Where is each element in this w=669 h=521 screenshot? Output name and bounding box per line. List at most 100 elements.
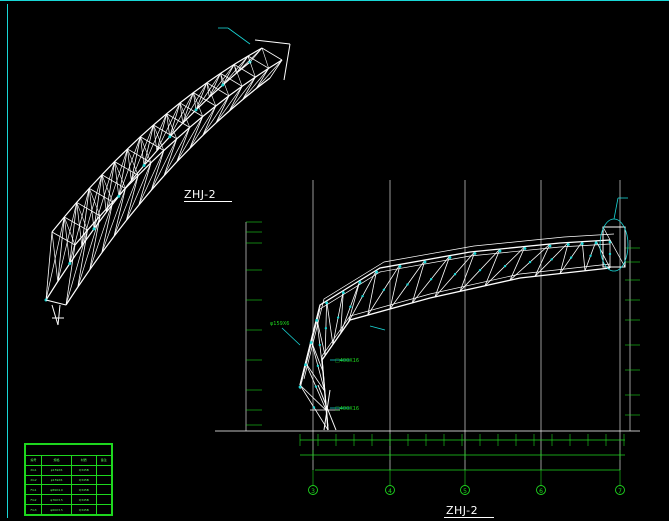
axis-label: 6 <box>539 488 543 495</box>
elevation-node <box>314 385 318 388</box>
elevation-node <box>608 252 612 256</box>
legend-row: FG2 φ76X3.5 Q345B <box>24 494 113 506</box>
plan-node <box>68 261 72 265</box>
plan-diagonal <box>229 76 256 112</box>
elevation-node <box>406 283 409 286</box>
plan-web <box>57 216 65 282</box>
plan-web <box>261 47 283 61</box>
elevation-node <box>304 363 307 367</box>
axis-label: 4 <box>388 488 392 495</box>
plan-web <box>202 105 217 136</box>
legend-header-cell: 规格 <box>41 455 73 466</box>
plan-base <box>51 304 59 326</box>
plan-diagonal <box>51 231 59 282</box>
axis-label: 3 <box>311 488 315 495</box>
plan-end <box>254 39 291 45</box>
legend-header-cell: 编号 <box>24 455 43 466</box>
elevation-node <box>448 256 452 259</box>
elevation-node <box>382 288 386 291</box>
elevation-diagonal <box>411 259 426 304</box>
plan-base <box>45 299 67 306</box>
plan-diagonal <box>242 68 269 100</box>
elevation-node <box>498 249 502 253</box>
plan-web <box>242 76 256 100</box>
elevation-node <box>398 265 402 268</box>
elevation-diagonal <box>326 300 334 345</box>
elevation-title: ZHJ-2 <box>446 504 479 517</box>
plan-web <box>166 113 190 128</box>
elevation-node <box>423 260 427 264</box>
annotation-leader <box>369 325 386 331</box>
plan-node <box>92 227 96 231</box>
member-annotation: □400X16 <box>335 358 359 364</box>
elevation-node <box>569 256 573 259</box>
legend-row: XG2 φ159X6 Q345B <box>24 474 113 486</box>
elevation-node <box>336 316 340 319</box>
elevation-node <box>309 341 313 344</box>
elevation-diagonal <box>581 241 586 271</box>
plan-node <box>194 108 198 112</box>
elevation-node <box>566 243 570 246</box>
plan-end <box>283 43 291 81</box>
elevation-node <box>318 343 322 347</box>
plan-node <box>117 194 121 198</box>
plan-web <box>215 95 230 124</box>
elevation-node <box>580 242 584 246</box>
plan-base <box>57 304 61 326</box>
plan-web <box>255 68 269 89</box>
elevation-node <box>349 305 352 309</box>
member-legend-table: 编号 规格 材质 备注 XG1 φ159X6 Q345B XG2 φ159X6 Q345… <box>24 443 113 516</box>
legend-row: XG1 φ159X6 Q345B <box>24 464 113 476</box>
elevation-node <box>429 278 433 281</box>
plan-chord <box>45 61 251 301</box>
plan-web <box>269 59 283 79</box>
plan-diagonal <box>163 127 191 176</box>
plan-diagonal <box>150 138 178 191</box>
legend-header-cell: 材质 <box>71 455 97 466</box>
legend-header-row: 编号 规格 材质 备注 <box>24 455 113 466</box>
legend-row: FG1 φ89X4.0 Q345B <box>24 484 113 496</box>
elevation-node <box>325 301 329 305</box>
axis-label: 5 <box>463 488 467 495</box>
elevation-node <box>315 318 319 322</box>
plan-web <box>64 216 88 231</box>
plan-web <box>51 231 76 246</box>
plan-node <box>221 83 225 87</box>
elevation-node <box>478 268 482 272</box>
member-annotation: φ159X6 <box>270 321 289 327</box>
elevation-node <box>473 252 477 255</box>
plan-diagonal <box>138 150 165 206</box>
elevation-node <box>548 244 552 248</box>
elevation-node <box>361 294 364 298</box>
legend-row: FG3 φ60X3.5 Q345B <box>24 504 113 515</box>
plan-web <box>45 231 53 301</box>
elevation-node <box>594 241 598 245</box>
elevation-title-underline <box>444 517 494 518</box>
legend-caption <box>25 444 112 456</box>
callout-leader <box>613 197 619 220</box>
plan-web <box>228 86 243 112</box>
plan-diagonal <box>215 86 243 124</box>
legend-header-cell: 备注 <box>95 455 113 466</box>
elevation-node <box>589 254 592 258</box>
elevation-bottom-chord <box>321 267 611 431</box>
elevation-node <box>453 272 457 276</box>
plan-node <box>142 164 146 167</box>
plan-title: ZHJ-2 <box>184 188 217 201</box>
elevation-node <box>298 385 302 389</box>
elevation-node <box>523 247 527 250</box>
elevation-node <box>528 260 532 264</box>
elevation-node <box>341 291 345 295</box>
elevation-node <box>324 327 328 330</box>
elevation-node <box>358 280 362 284</box>
elevation-node <box>316 364 320 368</box>
elevation-node <box>312 406 316 409</box>
elevation-node <box>550 258 553 261</box>
elevation-node <box>503 264 507 268</box>
elevation-node <box>375 270 379 274</box>
plan-chord <box>74 59 283 246</box>
member-annotation: □400X16 <box>335 406 359 412</box>
plan-leader <box>227 27 251 45</box>
elevation-bottom-chord-inner <box>321 263 611 427</box>
plan-title-underline <box>184 201 232 202</box>
